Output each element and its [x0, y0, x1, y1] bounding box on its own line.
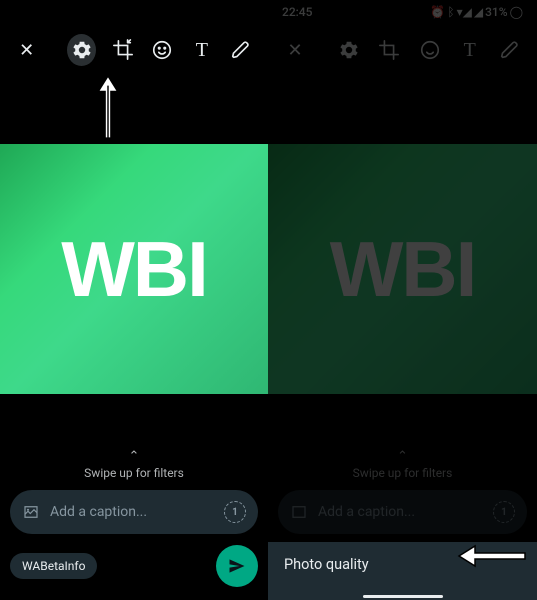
send-button[interactable] — [216, 545, 258, 587]
close-icon[interactable] — [14, 36, 39, 64]
annotation-arrow-left — [457, 544, 527, 568]
photo-icon — [22, 503, 40, 521]
pencil-icon[interactable] — [229, 36, 254, 64]
annotation-arrow-up — [96, 74, 120, 140]
emoji-icon[interactable] — [150, 36, 175, 64]
view-once-icon[interactable]: 1 — [224, 501, 246, 523]
image-preview[interactable]: WBI — [0, 144, 268, 394]
chevron-up-icon: ⌃ — [0, 449, 268, 464]
swipe-up-label: Swipe up for filters — [0, 466, 268, 480]
bottom-row: WABetaInfo — [10, 546, 258, 586]
swipe-up-hint[interactable]: ⌃ Swipe up for filters — [0, 449, 268, 480]
recipient-chip[interactable]: WABetaInfo — [10, 553, 97, 579]
editor-pane-left: ©WABETAINFO WBI ⌃ — [0, 0, 268, 600]
gear-icon[interactable] — [67, 34, 96, 66]
editor-pane-right: 22:45 ⏰ ᛒ ▾◢ ◢ 31% ◯ ©WABETAINFO — [268, 0, 537, 600]
crop-icon[interactable] — [110, 36, 135, 64]
preview-logo-text: WBI — [61, 224, 207, 315]
caption-input[interactable]: Add a caption... — [50, 504, 214, 520]
nav-handle — [363, 595, 443, 598]
caption-bar[interactable]: Add a caption... 1 — [10, 490, 258, 534]
modal-scrim[interactable] — [268, 0, 537, 600]
text-icon[interactable] — [189, 36, 214, 64]
top-toolbar — [0, 28, 268, 72]
drawer-title: Photo quality — [284, 556, 369, 573]
